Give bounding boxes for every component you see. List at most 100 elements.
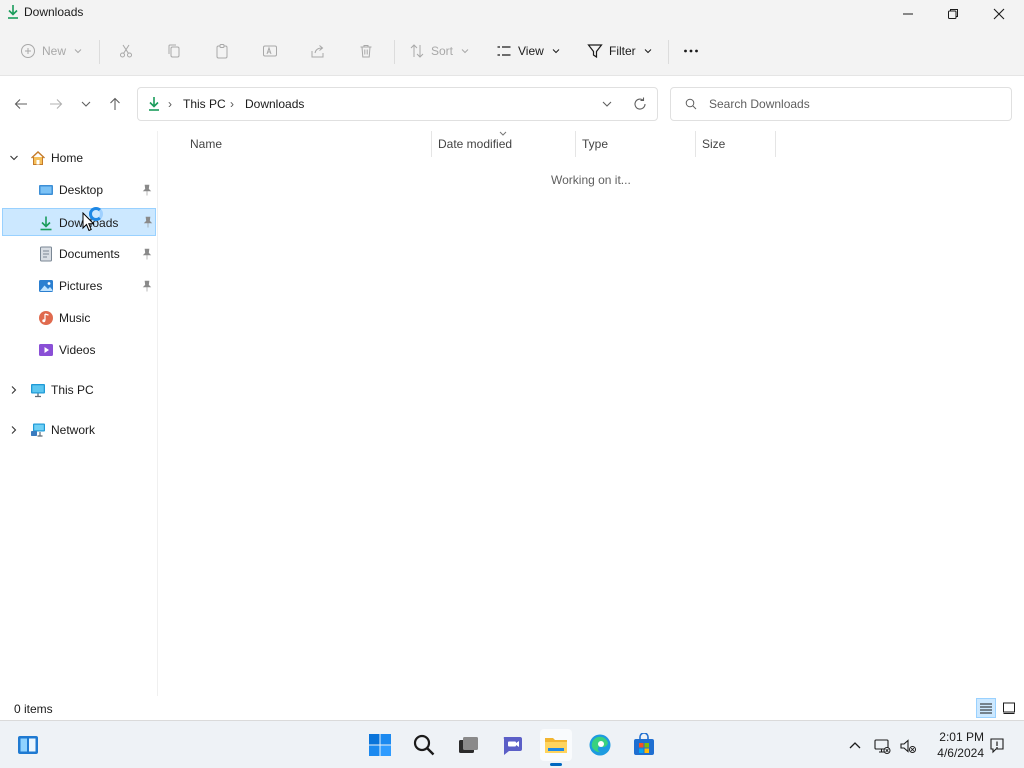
nav-label-pictures: Pictures bbox=[59, 279, 103, 293]
column-header-type[interactable]: Type bbox=[582, 137, 608, 151]
home-icon bbox=[31, 151, 45, 165]
address-bar[interactable]: › This PC › Downloads bbox=[137, 87, 658, 121]
clock-time: 2:01 PM bbox=[939, 730, 984, 744]
restore-button[interactable] bbox=[930, 0, 976, 28]
breadcrumb-downloads[interactable]: Downloads bbox=[245, 97, 304, 111]
widgets-button[interactable] bbox=[12, 729, 44, 761]
share-button[interactable] bbox=[310, 38, 326, 64]
clock[interactable]: 2:01 PM 4/6/2024 bbox=[928, 729, 984, 761]
downloads-icon bbox=[40, 216, 52, 231]
nav-item-music[interactable]: Music bbox=[2, 304, 156, 332]
column-divider[interactable] bbox=[431, 131, 432, 157]
refresh-icon[interactable] bbox=[632, 96, 648, 112]
chevron-right-icon[interactable] bbox=[9, 425, 19, 435]
nav-label-videos: Videos bbox=[59, 343, 96, 357]
arrow-up-icon bbox=[110, 97, 120, 110]
pictures-icon bbox=[39, 280, 53, 292]
column-divider[interactable] bbox=[695, 131, 696, 157]
back-button[interactable] bbox=[11, 94, 31, 114]
address-row: › This PC › Downloads bbox=[0, 77, 1024, 131]
chevron-right-icon[interactable]: › bbox=[230, 97, 234, 111]
nav-item-pictures[interactable]: Pictures bbox=[2, 272, 156, 300]
trash-icon bbox=[360, 45, 372, 58]
this-pc-icon bbox=[31, 384, 45, 398]
chat-icon bbox=[503, 737, 522, 755]
forward-button[interactable] bbox=[46, 94, 66, 114]
column-header-size[interactable]: Size bbox=[702, 137, 725, 151]
chevron-down-icon[interactable] bbox=[9, 153, 19, 163]
pin-icon[interactable] bbox=[143, 216, 153, 228]
nav-label-documents: Documents bbox=[59, 247, 120, 261]
rename-button[interactable] bbox=[262, 38, 278, 64]
rename-icon bbox=[263, 45, 277, 57]
new-button[interactable]: New bbox=[20, 38, 82, 64]
nav-item-home[interactable]: Home bbox=[2, 144, 156, 172]
downloads-icon bbox=[149, 97, 159, 111]
minimize-icon bbox=[903, 13, 913, 15]
pin-icon[interactable] bbox=[142, 184, 152, 196]
column-divider[interactable] bbox=[775, 131, 776, 157]
nav-label-home: Home bbox=[51, 151, 84, 165]
column-header-name[interactable]: Name bbox=[190, 137, 222, 151]
chevron-right-icon[interactable]: › bbox=[168, 97, 172, 111]
sort-icon bbox=[410, 44, 424, 58]
nav-item-documents[interactable]: Documents bbox=[2, 240, 156, 268]
nav-item-videos[interactable]: Videos bbox=[2, 336, 156, 364]
network-icon bbox=[31, 423, 45, 437]
item-count: 0 items bbox=[14, 702, 53, 716]
nav-item-network[interactable]: Network bbox=[2, 416, 156, 444]
filter-button[interactable]: Filter bbox=[587, 38, 652, 64]
nav-item-this-pc[interactable]: This PC bbox=[2, 376, 156, 404]
delete-button[interactable] bbox=[358, 38, 374, 64]
nav-item-desktop[interactable]: Desktop bbox=[2, 176, 156, 204]
minimize-button[interactable] bbox=[885, 0, 931, 28]
pin-icon[interactable] bbox=[142, 280, 152, 292]
large-icons-view-button[interactable] bbox=[999, 698, 1019, 718]
file-explorer-icon bbox=[545, 738, 567, 753]
chevron-right-icon[interactable] bbox=[9, 385, 19, 395]
large-icons-view-icon bbox=[1003, 702, 1015, 714]
task-view-button[interactable] bbox=[452, 729, 484, 761]
store-button[interactable] bbox=[628, 729, 660, 761]
more-options-button[interactable] bbox=[683, 38, 699, 64]
chat-button[interactable] bbox=[496, 729, 528, 761]
network-status-icon[interactable] bbox=[873, 737, 891, 755]
copy-button[interactable] bbox=[166, 38, 182, 64]
cut-button[interactable] bbox=[118, 38, 134, 64]
show-hidden-icons-icon[interactable] bbox=[846, 737, 864, 755]
search-box[interactable] bbox=[670, 87, 1012, 121]
start-button[interactable] bbox=[364, 729, 396, 761]
store-icon bbox=[634, 733, 654, 755]
videos-icon bbox=[39, 344, 53, 356]
nav-item-downloads[interactable]: Downloads bbox=[2, 208, 156, 236]
file-explorer-taskbar-button[interactable] bbox=[540, 729, 572, 766]
sort-button[interactable]: Sort bbox=[409, 38, 469, 64]
column-divider[interactable] bbox=[575, 131, 576, 157]
nav-label-music: Music bbox=[59, 311, 91, 325]
desktop-icon bbox=[39, 185, 53, 195]
paste-button[interactable] bbox=[214, 38, 230, 64]
command-bar: New Sort View Filter bbox=[0, 28, 1024, 76]
new-label: New bbox=[42, 44, 67, 58]
breadcrumb-this-pc[interactable]: This PC bbox=[183, 97, 226, 111]
search-button[interactable] bbox=[408, 729, 440, 761]
volume-muted-icon[interactable] bbox=[899, 737, 917, 755]
taskbar: 2:01 PM 4/6/2024 bbox=[0, 720, 1024, 768]
file-list[interactable]: Name Date modified Type Size Working on … bbox=[159, 131, 1024, 696]
active-indicator bbox=[550, 763, 562, 766]
edge-browser-icon bbox=[589, 734, 611, 756]
up-button[interactable] bbox=[105, 94, 125, 114]
search-icon bbox=[413, 734, 435, 756]
status-bar: 0 items bbox=[0, 696, 1024, 720]
view-button[interactable]: View bbox=[496, 38, 560, 64]
column-header-date-modified[interactable]: Date modified bbox=[438, 137, 512, 151]
close-button[interactable] bbox=[976, 0, 1022, 28]
recent-locations-button[interactable] bbox=[76, 94, 96, 114]
details-view-button[interactable] bbox=[976, 698, 996, 718]
scissors-icon bbox=[120, 44, 132, 58]
edge-button[interactable] bbox=[584, 729, 616, 761]
search-input[interactable] bbox=[709, 94, 999, 114]
pin-icon[interactable] bbox=[142, 248, 152, 260]
notification-icon[interactable] bbox=[988, 737, 1006, 755]
address-dropdown-icon[interactable] bbox=[600, 97, 614, 111]
